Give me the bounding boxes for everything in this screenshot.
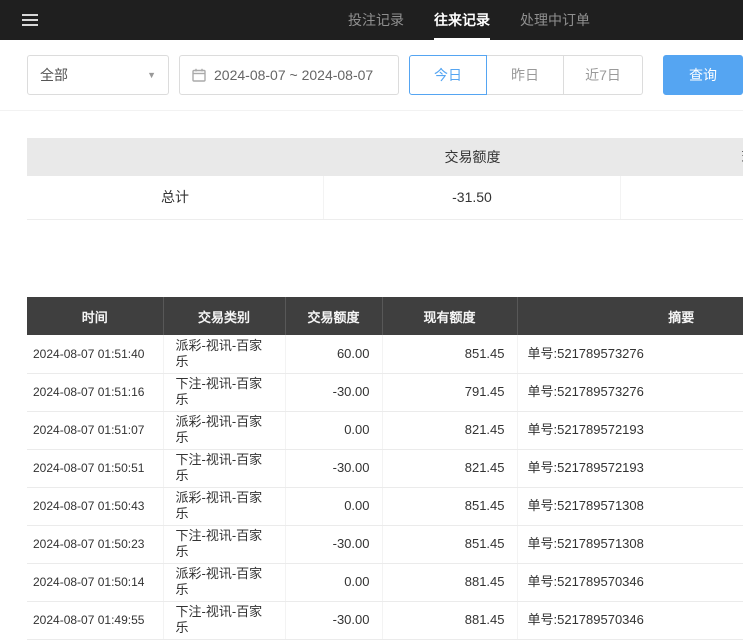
cell-time: 2024-08-07 01:49:55 (27, 601, 163, 639)
records-header-row: 时间 交易类别 交易额度 现有额度 摘要 (27, 297, 743, 335)
cell-memo: 单号:521789571308 (517, 487, 743, 525)
last7days-button[interactable]: 近7日 (563, 55, 643, 95)
cell-category: 下注-视讯-百家乐 (163, 525, 285, 563)
record-row: 2024-08-07 01:51:40 派彩-视讯-百家乐 60.00 851.… (27, 335, 743, 373)
cell-memo: 单号:521789572193 (517, 411, 743, 449)
tab-transaction-records[interactable]: 往来记录 (434, 0, 490, 40)
cell-balance: 791.45 (382, 373, 517, 411)
cell-time: 2024-08-07 01:50:14 (27, 563, 163, 601)
record-row: 2024-08-07 01:51:16 下注-视讯-百家乐 -30.00 791… (27, 373, 743, 411)
cell-time: 2024-08-07 01:50:43 (27, 487, 163, 525)
cell-balance: 881.45 (382, 563, 517, 601)
records-header: 时间 交易类别 交易额度 现有额度 摘要 (27, 297, 743, 335)
cell-memo: 单号:521789570346 (517, 601, 743, 639)
cell-balance: 821.45 (382, 411, 517, 449)
summary-header-row: 交易额度 现有额度 (27, 138, 743, 176)
record-row: 2024-08-07 01:51:07 派彩-视讯-百家乐 0.00 821.4… (27, 411, 743, 449)
header-time: 时间 (27, 297, 163, 335)
cell-amount: 0.00 (285, 487, 382, 525)
record-row: 2024-08-07 01:50:14 派彩-视讯-百家乐 0.00 881.4… (27, 563, 743, 601)
cell-time: 2024-08-07 01:50:23 (27, 525, 163, 563)
category-select-value: 全部 (40, 65, 68, 85)
summary-header-amount: 交易额度 (324, 138, 621, 176)
cell-category: 下注-视讯-百家乐 (163, 449, 285, 487)
cell-category: 派彩-视讯-百家乐 (163, 335, 285, 373)
cell-category: 派彩-视讯-百家乐 (163, 411, 285, 449)
cell-balance: 881.45 (382, 601, 517, 639)
summary-total-amount: -31.50 (324, 176, 621, 219)
date-range-value: 2024-08-07 ~ 2024-08-07 (214, 67, 373, 83)
cell-time: 2024-08-07 01:51:40 (27, 335, 163, 373)
cell-balance: 821.45 (382, 449, 517, 487)
records-body: 2024-08-07 01:51:40 派彩-视讯-百家乐 60.00 851.… (27, 335, 743, 639)
cell-amount: 60.00 (285, 335, 382, 373)
cell-memo: 单号:521789570346 (517, 563, 743, 601)
chevron-down-icon: ▼ (147, 70, 156, 80)
cell-balance: 851.45 (382, 335, 517, 373)
category-select[interactable]: 全部 ▼ (27, 55, 169, 95)
cell-category: 下注-视讯-百家乐 (163, 601, 285, 639)
header-amount: 交易额度 (285, 297, 382, 335)
record-row: 2024-08-07 01:49:55 下注-视讯-百家乐 -30.00 881… (27, 601, 743, 639)
cell-time: 2024-08-07 01:50:51 (27, 449, 163, 487)
top-nav-bar: 投注记录 往来记录 处理中订单 (0, 0, 743, 40)
hamburger-bar (22, 19, 38, 21)
summary-total-balance (621, 176, 743, 219)
cell-amount: -30.00 (285, 601, 382, 639)
summary-total-label: 总计 (27, 176, 324, 219)
date-range-input[interactable]: 2024-08-07 ~ 2024-08-07 (179, 55, 399, 95)
cell-category: 下注-视讯-百家乐 (163, 373, 285, 411)
filter-bar: 全部 ▼ 2024-08-07 ~ 2024-08-07 今日 昨日 近7日 查… (0, 40, 743, 111)
cell-memo: 单号:521789573276 (517, 373, 743, 411)
record-tabs: 投注记录 往来记录 处理中订单 (348, 0, 590, 40)
hamburger-bar (22, 24, 38, 26)
yesterday-button[interactable]: 昨日 (486, 55, 564, 95)
cell-time: 2024-08-07 01:51:16 (27, 373, 163, 411)
query-button[interactable]: 查询 (663, 55, 743, 95)
header-category: 交易类别 (163, 297, 285, 335)
records-table: 时间 交易类别 交易额度 现有额度 摘要 2024-08-07 01:51:40… (27, 297, 743, 640)
header-balance: 现有额度 (382, 297, 517, 335)
cell-amount: -30.00 (285, 373, 382, 411)
summary-table: 交易额度 现有额度 总计 -31.50 (27, 138, 743, 220)
tab-pending-orders[interactable]: 处理中订单 (520, 0, 590, 40)
cell-memo: 单号:521789573276 (517, 335, 743, 373)
calendar-icon (192, 68, 206, 82)
cell-memo: 单号:521789572193 (517, 449, 743, 487)
summary-header-balance: 现有额度 (621, 138, 743, 176)
summary-total-row: 总计 -31.50 (27, 176, 743, 220)
cell-amount: 0.00 (285, 563, 382, 601)
hamburger-menu-icon[interactable] (22, 0, 44, 40)
header-memo: 摘要 (517, 297, 743, 335)
record-row: 2024-08-07 01:50:43 派彩-视讯-百家乐 0.00 851.4… (27, 487, 743, 525)
quick-range-group: 今日 昨日 近7日 (409, 55, 643, 95)
cell-amount: 0.00 (285, 411, 382, 449)
cell-amount: -30.00 (285, 525, 382, 563)
cell-memo: 单号:521789571308 (517, 525, 743, 563)
today-button[interactable]: 今日 (409, 55, 487, 95)
record-row: 2024-08-07 01:50:51 下注-视讯-百家乐 -30.00 821… (27, 449, 743, 487)
cell-category: 派彩-视讯-百家乐 (163, 487, 285, 525)
cell-time: 2024-08-07 01:51:07 (27, 411, 163, 449)
summary-header-blank (27, 138, 324, 176)
cell-balance: 851.45 (382, 487, 517, 525)
record-row: 2024-08-07 01:50:23 下注-视讯-百家乐 -30.00 851… (27, 525, 743, 563)
cell-balance: 851.45 (382, 525, 517, 563)
cell-amount: -30.00 (285, 449, 382, 487)
cell-category: 派彩-视讯-百家乐 (163, 563, 285, 601)
hamburger-bar (22, 14, 38, 16)
tab-bet-records[interactable]: 投注记录 (348, 0, 404, 40)
